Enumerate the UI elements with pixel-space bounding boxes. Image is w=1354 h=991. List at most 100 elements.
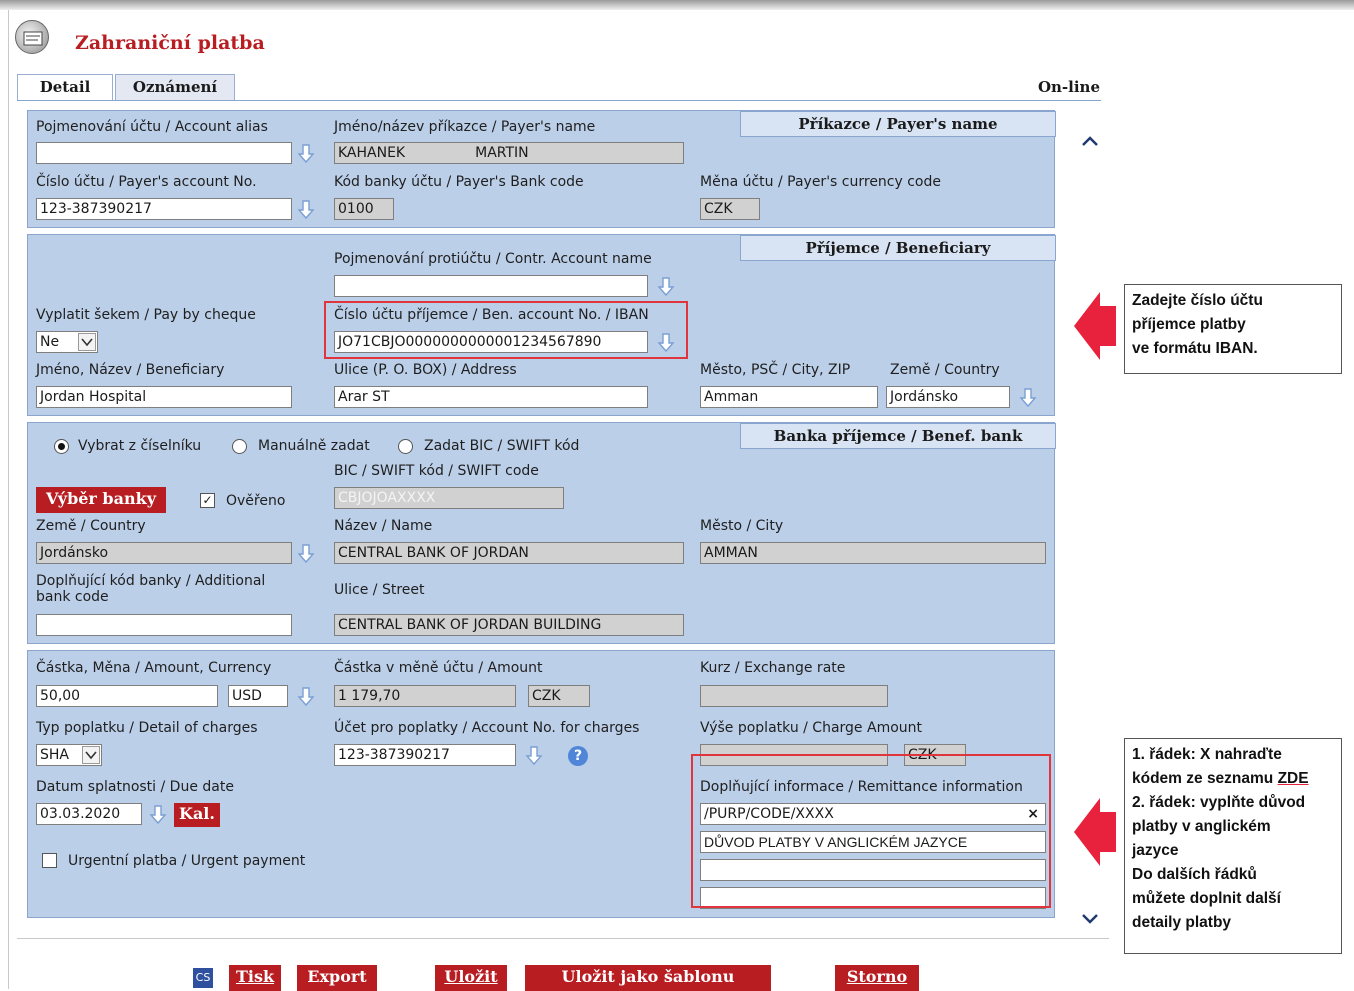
payer-first-name: KAHANEK	[338, 145, 406, 161]
beneficiary-heading: Příjemce / Beneficiary	[740, 235, 1056, 261]
bank-country-label: Země / Country	[36, 518, 146, 534]
iban-label: Číslo účtu příjemce / Ben. account No. /…	[334, 307, 649, 323]
export-button[interactable]: Export	[297, 965, 377, 991]
country-input[interactable]: Jordánsko	[886, 386, 1010, 408]
address-input[interactable]: Arar ST	[334, 386, 648, 408]
charge-amount-label: Výše poplatku / Charge Amount	[700, 720, 923, 736]
payer-currency-label: Měna účtu / Payer's currency code	[700, 174, 941, 190]
page-title: Zahraniční platba	[75, 32, 265, 54]
bank-name-label: Název / Name	[334, 518, 433, 534]
bank-section: Banka příjemce / Benef. bank Vybrat z čí…	[27, 422, 1056, 644]
bank-street-field: CENTRAL BANK OF JORDAN BUILDING	[334, 614, 684, 636]
account-select-arrow-icon[interactable]	[296, 198, 316, 220]
beneficiary-name-input[interactable]: Jordan Hospital	[36, 386, 292, 408]
contr-account-name-input[interactable]	[334, 275, 648, 297]
contr-name-arrow-icon[interactable]	[656, 275, 676, 297]
pay-by-cheque-label: Vyplatit šekem / Pay by cheque	[36, 307, 256, 323]
select-bank-button[interactable]: Výběr banky	[36, 487, 166, 513]
payer-last-name: MARTIN	[475, 145, 529, 161]
bank-name-field: CENTRAL BANK OF JORDAN	[334, 542, 684, 564]
alias-select-arrow-icon[interactable]	[296, 142, 316, 164]
payer-name-field: KAHANEK MARTIN	[334, 142, 684, 164]
additional-bank-code-input[interactable]	[36, 614, 292, 636]
account-alias-input[interactable]	[36, 142, 292, 164]
language-badge[interactable]: CS	[193, 968, 213, 988]
save-as-template-button[interactable]: Uložit jako šablonu	[525, 965, 771, 991]
scroll-up-icon[interactable]	[1079, 130, 1101, 152]
currency-arrow-icon[interactable]	[296, 685, 316, 707]
tab-detail[interactable]: Detail	[17, 74, 113, 100]
charges-type-select[interactable]: SHA	[36, 744, 102, 766]
pay-by-cheque-value: Ne	[40, 334, 60, 350]
iban-arrow-icon[interactable]	[656, 331, 676, 353]
pay-by-cheque-select[interactable]: Ne	[36, 331, 98, 353]
city-input[interactable]: Amman	[700, 386, 878, 408]
account-currency-field: CZK	[528, 685, 590, 707]
online-status: On-line	[1037, 78, 1100, 96]
amount-label: Částka, Měna / Amount, Currency	[36, 660, 272, 676]
exchange-rate-label: Kurz / Exchange rate	[700, 660, 846, 676]
payer-section: Příkazce / Payer's name Pojmenování účtu…	[27, 110, 1056, 228]
address-label: Ulice (P. O. BOX) / Address	[334, 362, 517, 378]
urgent-checkbox[interactable]	[42, 853, 57, 868]
charges-account-input[interactable]: 123-387390217	[334, 744, 516, 766]
iban-note: Zadejte číslo účtu příjemce platby ve fo…	[1124, 284, 1342, 374]
radio-manual[interactable]	[232, 439, 247, 454]
bank-city-label: Město / City	[700, 518, 784, 534]
beneficiary-name-label: Jméno, Název / Beneficiary	[36, 362, 225, 378]
window-top-shadow	[0, 0, 1354, 10]
print-button[interactable]: Tisk	[229, 965, 281, 991]
bank-street-label: Ulice / Street	[334, 582, 425, 598]
country-label: Země / Country	[890, 362, 1000, 378]
chevron-down-icon	[78, 333, 96, 351]
remittance-note: 1. řádek: X nahraďte kódem ze seznamu ZD…	[1124, 738, 1342, 954]
country-arrow-icon[interactable]	[1018, 386, 1038, 408]
additional-bank-code-label: Doplňující kód banky / Additional bank co…	[36, 573, 266, 605]
bic-label: BIC / SWIFT kód / SWIFT code	[334, 463, 539, 479]
account-amount-label: Částka v měně účtu / Amount	[334, 660, 543, 676]
exchange-rate-field	[700, 685, 888, 707]
tab-divider	[17, 100, 1101, 101]
account-amount-field: 1 179,70	[334, 685, 516, 707]
bank-city-field: AMMAN	[700, 542, 1046, 564]
urgent-label: Urgentní platba / Urgent payment	[68, 853, 306, 869]
verified-checkbox[interactable]: ✓	[200, 493, 215, 508]
payer-heading: Příkazce / Payer's name	[740, 111, 1056, 137]
calendar-button[interactable]: Kal.	[174, 803, 220, 827]
payer-name-label: Jméno/název příkazce / Payer's name	[334, 119, 596, 135]
radio-from-list-label: Vybrat z číselníku	[78, 438, 202, 454]
payment-form-window: Zahraniční platba Detail Oznámení On-lin…	[8, 10, 1109, 991]
cancel-button[interactable]: Storno	[835, 965, 919, 991]
charges-account-arrow-icon[interactable]	[524, 744, 544, 766]
payer-account-label: Číslo účtu / Payer's account No.	[36, 174, 257, 190]
radio-bic[interactable]	[398, 439, 413, 454]
payer-bank-code-field: 0100	[334, 198, 394, 220]
iban-pointer-arrow	[1074, 292, 1116, 364]
footer-divider	[17, 938, 1109, 939]
amount-input[interactable]: 50,00	[36, 685, 218, 707]
due-date-arrow-icon[interactable]	[148, 803, 168, 825]
bank-country-field: Jordánsko	[36, 542, 292, 564]
scroll-down-icon[interactable]	[1079, 908, 1101, 930]
due-date-label: Datum splatnosti / Due date	[36, 779, 234, 795]
verified-label: Ověřeno	[226, 493, 286, 509]
payer-account-input[interactable]: 123-387390217	[36, 198, 292, 220]
save-button[interactable]: Uložit	[435, 965, 507, 991]
remittance-highlight-box	[691, 754, 1051, 908]
currency-input[interactable]: USD	[228, 685, 288, 707]
contr-account-name-label: Pojmenování protiúčtu / Contr. Account n…	[334, 251, 652, 267]
payer-currency-field: CZK	[700, 198, 760, 220]
radio-manual-label: Manuálně zadat	[258, 438, 370, 454]
due-date-input[interactable]: 03.03.2020	[36, 803, 142, 825]
help-icon[interactable]: ?	[568, 746, 588, 766]
iban-input[interactable]: JO71CBJO0000000000001234567890	[334, 331, 648, 353]
bank-heading: Banka příjemce / Benef. bank	[740, 423, 1056, 449]
remittance-pointer-arrow	[1074, 798, 1116, 870]
codes-link[interactable]: ZDE	[1278, 770, 1309, 787]
bank-country-arrow-icon[interactable]	[296, 542, 316, 564]
radio-from-list[interactable]	[54, 439, 69, 454]
payer-bank-code-label: Kód banky účtu / Payer's Bank code	[334, 174, 584, 190]
chevron-down-icon	[82, 746, 100, 764]
tab-oznameni[interactable]: Oznámení	[115, 74, 235, 100]
city-label: Město, PSČ / City, ZIP	[700, 362, 851, 378]
